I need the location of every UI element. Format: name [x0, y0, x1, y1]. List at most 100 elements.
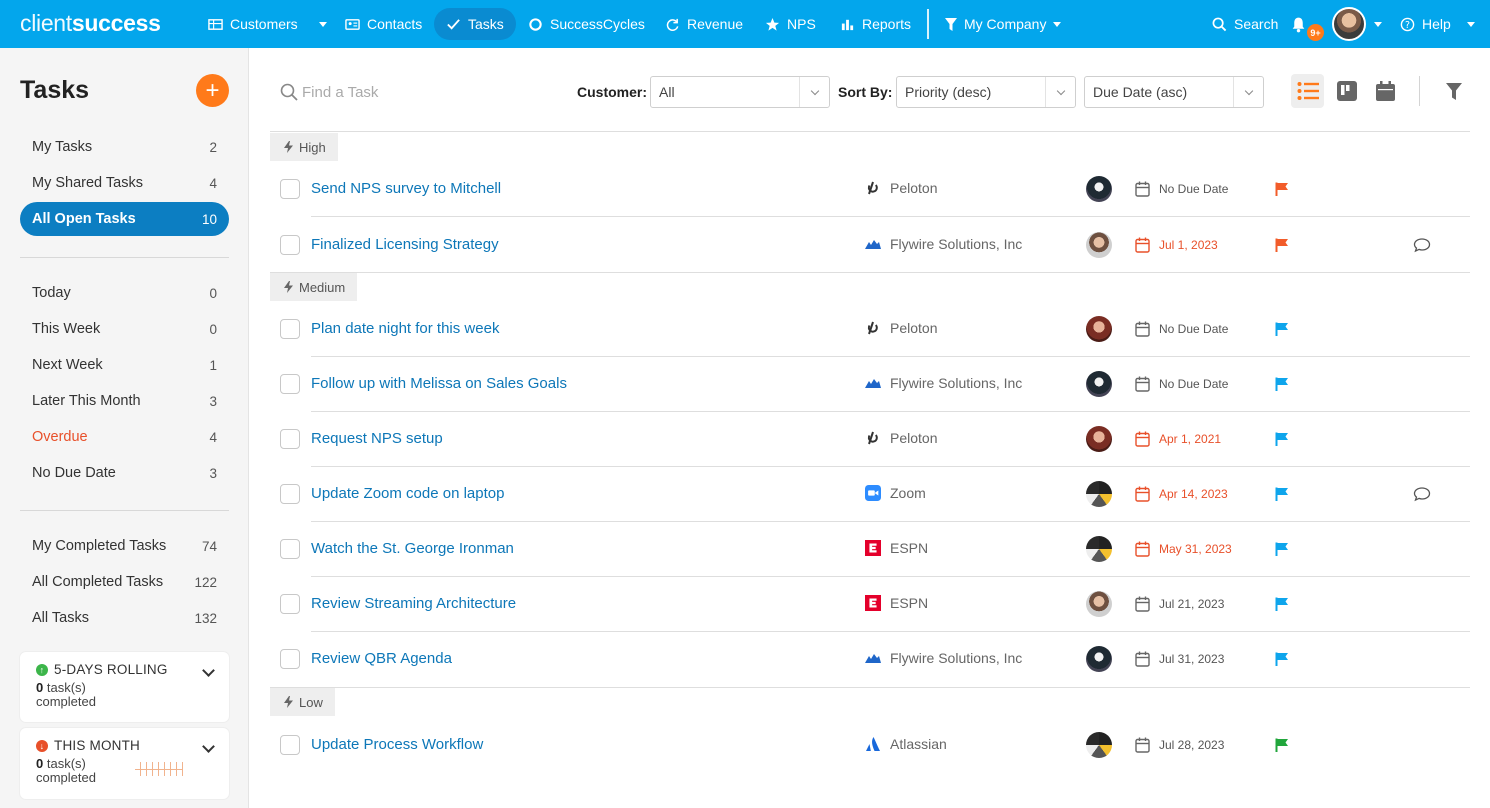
flag-icon[interactable] — [1275, 182, 1289, 196]
sidebar-item[interactable]: No Due Date 3 — [20, 456, 229, 490]
sort-secondary-select[interactable]: Due Date (asc) — [1084, 76, 1264, 108]
task-customer[interactable]: Flywire Solutions, Inc — [865, 375, 1022, 391]
task-title-link[interactable]: Review QBR Agenda — [311, 650, 452, 667]
assignee-avatar[interactable] — [1086, 371, 1112, 397]
nav-customers[interactable]: Customers — [196, 8, 339, 40]
comment-icon[interactable] — [1413, 237, 1431, 253]
assignee-avatar[interactable] — [1086, 536, 1112, 562]
chevron-down-icon[interactable] — [318, 21, 327, 27]
sidebar-item[interactable]: Next Week 1 — [20, 348, 229, 382]
flag-icon[interactable] — [1275, 652, 1289, 666]
sidebar-item[interactable]: All Tasks 132 — [20, 601, 229, 635]
sidebar-item[interactable]: My Tasks 2 — [20, 130, 229, 164]
task-customer[interactable]: Flywire Solutions, Inc — [865, 650, 1022, 666]
task-search-input[interactable] — [302, 78, 552, 106]
task-customer[interactable]: ESPN — [865, 595, 928, 611]
priority-group-header[interactable]: Low — [270, 688, 335, 716]
user-menu-caret-icon[interactable] — [1374, 22, 1382, 27]
task-customer[interactable]: Atlassian — [865, 736, 947, 752]
task-checkbox[interactable] — [280, 735, 300, 755]
chevron-down-icon[interactable] — [202, 740, 215, 753]
task-checkbox[interactable] — [280, 594, 300, 614]
stats-card[interactable]: ↓ THIS MONTH 0 task(s) completed — [20, 728, 229, 799]
task-customer[interactable]: Peloton — [865, 320, 937, 336]
nav-reports[interactable]: Reports — [828, 8, 923, 40]
sidebar-item[interactable]: All Open Tasks 10 — [20, 202, 229, 236]
task-title-link[interactable]: Request NPS setup — [311, 430, 443, 447]
nav-successcycles[interactable]: SuccessCycles — [516, 8, 657, 40]
nav-contacts[interactable]: Contacts — [333, 8, 434, 40]
assignee-avatar[interactable] — [1086, 232, 1112, 258]
task-due-date[interactable]: May 31, 2023 — [1135, 541, 1232, 557]
task-checkbox[interactable] — [280, 179, 300, 199]
task-title-link[interactable]: Watch the St. George Ironman — [311, 540, 514, 557]
company-filter[interactable]: My Company — [933, 8, 1073, 40]
task-due-date[interactable]: Apr 14, 2023 — [1135, 486, 1228, 502]
task-due-date[interactable]: Jul 21, 2023 — [1135, 596, 1224, 612]
calendar-view-button[interactable] — [1369, 74, 1402, 108]
add-task-button[interactable]: + — [196, 74, 229, 107]
sidebar-item[interactable]: All Completed Tasks 122 — [20, 565, 229, 599]
task-customer[interactable]: Peloton — [865, 430, 937, 446]
sidebar-item[interactable]: This Week 0 — [20, 312, 229, 346]
stats-card[interactable]: ↑ 5-DAYS ROLLING 0 task(s) completed — [20, 652, 229, 722]
customer-filter-select[interactable]: All — [650, 76, 830, 108]
task-checkbox[interactable] — [280, 539, 300, 559]
task-title-link[interactable]: Update Zoom code on laptop — [311, 485, 504, 502]
flag-icon[interactable] — [1275, 487, 1289, 501]
task-customer[interactable]: Flywire Solutions, Inc — [865, 236, 1022, 252]
flag-icon[interactable] — [1275, 377, 1289, 391]
app-logo[interactable]: clientsuccess — [20, 10, 161, 37]
task-checkbox[interactable] — [280, 484, 300, 504]
search-button[interactable]: Search — [1200, 8, 1290, 40]
board-view-button[interactable] — [1330, 74, 1363, 108]
task-customer[interactable]: ESPN — [865, 540, 928, 556]
task-title-link[interactable]: Update Process Workflow — [311, 736, 483, 753]
task-title-link[interactable]: Plan date night for this week — [311, 320, 499, 337]
assignee-avatar[interactable] — [1086, 732, 1112, 758]
task-checkbox[interactable] — [280, 429, 300, 449]
sort-primary-select[interactable]: Priority (desc) — [896, 76, 1076, 108]
flag-icon[interactable] — [1275, 322, 1289, 336]
sidebar-item[interactable]: My Completed Tasks 74 — [20, 529, 229, 563]
task-checkbox[interactable] — [280, 374, 300, 394]
flag-icon[interactable] — [1275, 542, 1289, 556]
task-title-link[interactable]: Review Streaming Architecture — [311, 595, 516, 612]
help-menu[interactable]: ? Help — [1388, 8, 1487, 40]
flag-icon[interactable] — [1275, 238, 1289, 252]
assignee-avatar[interactable] — [1086, 426, 1112, 452]
flag-icon[interactable] — [1275, 597, 1289, 611]
sidebar-item[interactable]: My Shared Tasks 4 — [20, 166, 229, 200]
sidebar-item[interactable]: Later This Month 3 — [20, 384, 229, 418]
task-title-link[interactable]: Follow up with Melissa on Sales Goals — [311, 375, 567, 392]
flag-icon[interactable] — [1275, 432, 1289, 446]
task-due-date[interactable]: No Due Date — [1135, 321, 1228, 337]
task-title-link[interactable]: Send NPS survey to Mitchell — [311, 180, 501, 197]
task-checkbox[interactable] — [280, 235, 300, 255]
priority-group-header[interactable]: High — [270, 133, 338, 161]
user-avatar[interactable] — [1332, 7, 1366, 41]
nav-revenue[interactable]: Revenue — [653, 8, 755, 40]
priority-group-header[interactable]: Medium — [270, 273, 358, 301]
task-checkbox[interactable] — [280, 649, 300, 669]
task-due-date[interactable]: No Due Date — [1135, 376, 1228, 392]
assignee-avatar[interactable] — [1086, 591, 1112, 617]
task-due-date[interactable]: Jul 28, 2023 — [1135, 737, 1224, 753]
comment-icon[interactable] — [1413, 486, 1431, 502]
task-due-date[interactable]: Jul 31, 2023 — [1135, 651, 1224, 667]
assignee-avatar[interactable] — [1086, 316, 1112, 342]
assignee-avatar[interactable] — [1086, 646, 1112, 672]
assignee-avatar[interactable] — [1086, 481, 1112, 507]
task-checkbox[interactable] — [280, 319, 300, 339]
task-due-date[interactable]: Jul 1, 2023 — [1135, 237, 1218, 253]
list-view-button[interactable] — [1291, 74, 1324, 108]
assignee-avatar[interactable] — [1086, 176, 1112, 202]
flag-icon[interactable] — [1275, 738, 1289, 752]
nav-tasks[interactable]: Tasks — [434, 8, 516, 40]
chevron-down-icon[interactable] — [202, 664, 215, 677]
task-customer[interactable]: Zoom — [865, 485, 926, 501]
task-due-date[interactable]: Apr 1, 2021 — [1135, 431, 1221, 447]
task-due-date[interactable]: No Due Date — [1135, 181, 1228, 197]
sidebar-item[interactable]: Overdue 4 — [20, 420, 229, 454]
task-title-link[interactable]: Finalized Licensing Strategy — [311, 236, 499, 253]
